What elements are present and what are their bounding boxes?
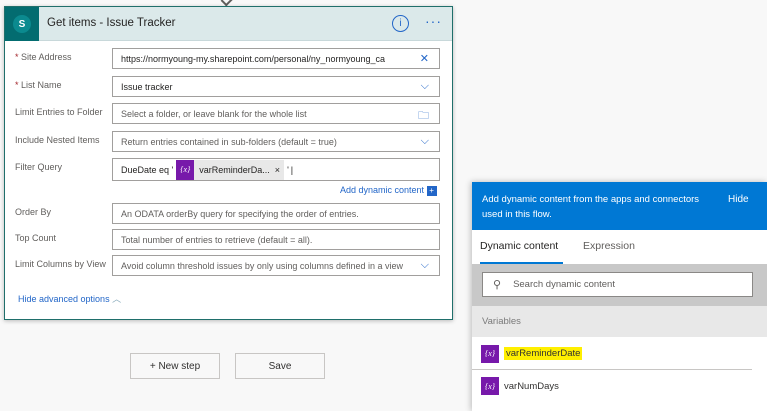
variable-item[interactable]: {x} varReminderDate (472, 338, 752, 370)
card-title: Get items - Issue Tracker (47, 17, 176, 29)
site-address-input[interactable]: https://normyoung-my.sharepoint.com/pers… (112, 48, 440, 69)
search-icon: ⚲ (493, 279, 502, 291)
variable-icon: {x} (481, 344, 499, 363)
save-button[interactable]: Save (235, 353, 325, 379)
top-count-label: Top Count (15, 233, 57, 243)
get-items-card: S Get items - Issue Tracker i ··· * Site… (4, 6, 453, 320)
folder-label: Limit Entries to Folder (15, 107, 103, 117)
add-icon: + (426, 185, 437, 196)
nested-label: Include Nested Items (15, 135, 100, 145)
hide-panel-button[interactable]: Hide (728, 194, 749, 205)
hide-advanced-options[interactable]: Hide advanced options ︿ (18, 292, 121, 305)
order-by-input[interactable]: An ODATA orderBy query for specifying th… (112, 203, 440, 224)
tab-expression[interactable]: Expression (583, 240, 635, 252)
folder-input[interactable]: Select a folder, or leave blank for the … (112, 103, 440, 124)
clear-icon[interactable]: ✕ (420, 52, 429, 65)
site-address-label: * Site Address (15, 52, 72, 62)
folder-icon[interactable]: 🗀 (418, 107, 429, 126)
list-name-dropdown[interactable]: Issue tracker ⌵ (112, 76, 440, 97)
variables-section-header: Variables (472, 306, 767, 337)
search-bar-area: ⚲ Search dynamic content (472, 264, 767, 306)
chevron-down-icon: ⌵ (420, 259, 429, 271)
info-icon[interactable]: i (392, 15, 409, 32)
add-dynamic-content-link[interactable]: Add dynamic content + (340, 185, 437, 196)
dynamic-content-panel: Add dynamic content from the apps and co… (472, 182, 767, 411)
sharepoint-logo-icon: S (5, 7, 39, 41)
search-input[interactable]: ⚲ Search dynamic content (482, 272, 753, 297)
variable-token[interactable]: {x} varReminderDa... × (176, 159, 285, 180)
chevron-up-icon: ︿ (112, 294, 122, 304)
new-step-button[interactable]: + New step (130, 353, 220, 379)
variable-icon: {x} (481, 377, 499, 395)
remove-token-icon[interactable]: × (275, 165, 284, 175)
card-header[interactable]: S Get items - Issue Tracker i ··· (5, 7, 452, 41)
filter-query-input[interactable]: DueDate eq ' {x} varReminderDa... × ' | (112, 158, 440, 181)
limit-columns-dropdown[interactable]: Avoid column threshold issues by only us… (112, 255, 440, 276)
top-count-input[interactable]: Total number of entries to retrieve (def… (112, 229, 440, 250)
variable-item[interactable]: {x} varNumDays (472, 370, 767, 402)
list-name-label: * List Name (15, 80, 62, 90)
variable-icon: {x} (176, 159, 195, 180)
chevron-down-icon: ⌵ (420, 135, 429, 147)
nested-dropdown[interactable]: Return entries contained in sub-folders … (112, 131, 440, 152)
chevron-down-icon: ⌵ (420, 80, 429, 92)
order-by-label: Order By (15, 207, 52, 217)
limit-columns-label: Limit Columns by View (15, 259, 106, 269)
filter-label: Filter Query (15, 162, 63, 172)
tab-dynamic-content[interactable]: Dynamic content (480, 240, 558, 252)
more-options-icon[interactable]: ··· (425, 13, 442, 29)
panel-header: Add dynamic content from the apps and co… (472, 182, 767, 230)
